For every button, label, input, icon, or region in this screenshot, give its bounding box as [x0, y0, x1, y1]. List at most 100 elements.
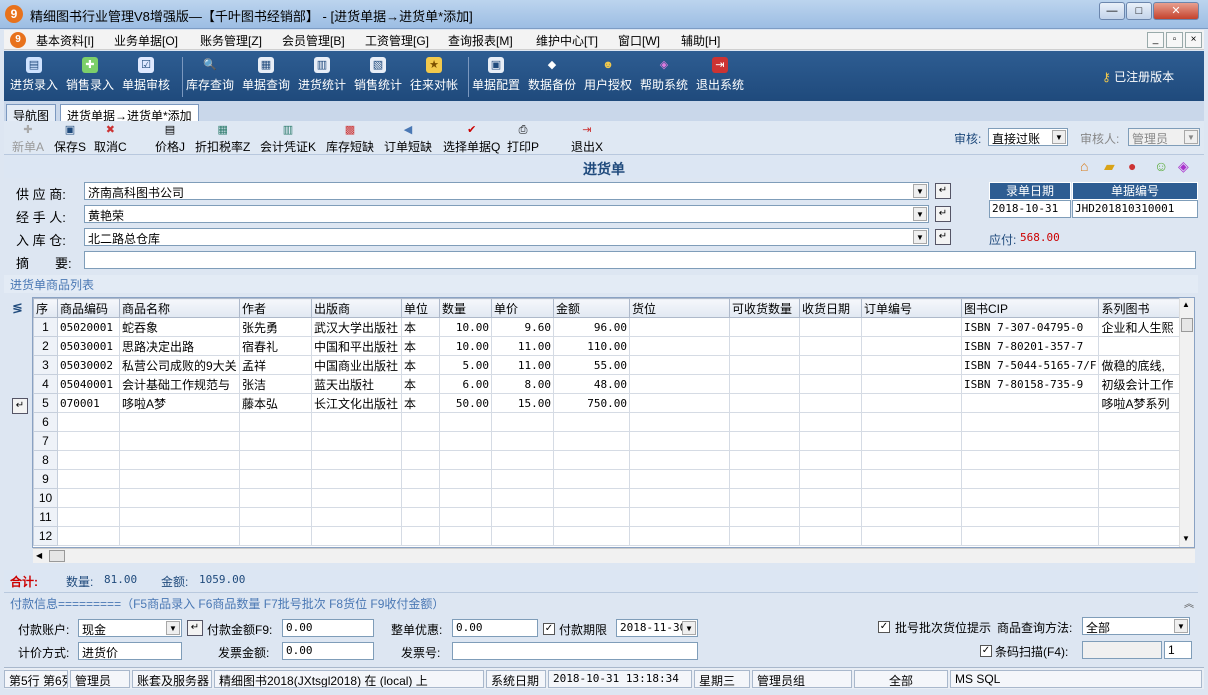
person-icon[interactable]: ☺	[1154, 158, 1168, 174]
table-cell[interactable]: 05040001	[57, 374, 120, 394]
mdi-minimize-button[interactable]: _	[1147, 32, 1164, 48]
table-cell[interactable]	[861, 355, 962, 375]
table-cell[interactable]	[729, 450, 800, 470]
close-button[interactable]: ✕	[1153, 2, 1199, 20]
table-cell[interactable]	[553, 431, 630, 451]
voucher-button[interactable]: ▥ 会计凭证K	[260, 124, 316, 155]
table-cell[interactable]: 哆啦A梦	[119, 393, 240, 413]
menu-members[interactable]: 会员管理[B]	[282, 32, 345, 49]
table-cell[interactable]	[119, 412, 240, 432]
scroll-down-icon[interactable]: ▼	[1182, 534, 1190, 543]
table-cell[interactable]	[799, 488, 862, 508]
table-cell[interactable]	[57, 526, 120, 546]
table-cell[interactable]	[491, 469, 554, 489]
toolbar-audit[interactable]: ☑ 单据审核	[122, 57, 170, 93]
stock-shortage-button[interactable]: ▩ 库存短缺	[326, 124, 374, 155]
table-cell[interactable]	[729, 374, 800, 394]
table-cell[interactable]	[553, 469, 630, 489]
table-cell[interactable]: 750.00	[553, 393, 630, 413]
menu-business-docs[interactable]: 业务单据[O]	[114, 32, 178, 49]
table-cell[interactable]: 9.60	[491, 317, 554, 337]
table-cell[interactable]	[861, 412, 962, 432]
tab-navigation[interactable]: 导航图	[6, 104, 57, 123]
table-cell[interactable]	[239, 469, 312, 489]
table-row[interactable]: 2 05030001 思路决定出路 宿春礼 中国和平出版社本 10.00 11.00 110.…	[33, 336, 1186, 356]
table-cell[interactable]	[960, 526, 1100, 546]
toolbar-reconcile[interactable]: ★ 往来对帐	[410, 57, 458, 93]
table-cell[interactable]	[629, 526, 730, 546]
tab-purchase-order[interactable]: 进货单据→进货单*添加	[60, 104, 199, 123]
table-cell[interactable]	[1098, 450, 1186, 470]
column-header[interactable]: 图书CIP	[960, 298, 1100, 318]
table-cell[interactable]: 10.00	[439, 317, 492, 337]
table-cell[interactable]	[729, 488, 800, 508]
new-doc-button[interactable]: ✚ 新单A	[12, 124, 44, 155]
table-cell[interactable]: 05030002	[57, 355, 120, 375]
table-cell[interactable]	[439, 450, 492, 470]
column-header[interactable]: 收货日期	[799, 298, 862, 318]
table-cell[interactable]: ISBN 7-5044-5165-7/F	[960, 355, 1100, 375]
table-cell[interactable]	[439, 431, 492, 451]
table-cell[interactable]	[239, 431, 312, 451]
table-cell[interactable]	[239, 412, 312, 432]
table-cell[interactable]	[491, 488, 554, 508]
table-cell[interactable]	[729, 393, 800, 413]
table-cell[interactable]	[629, 317, 730, 337]
table-cell[interactable]	[729, 336, 800, 356]
table-cell[interactable]	[629, 355, 730, 375]
table-cell[interactable]	[57, 431, 120, 451]
column-header[interactable]: 出版商	[311, 298, 402, 318]
column-header[interactable]: 商品名称	[119, 298, 240, 318]
barcode-checkbox[interactable]: ✓	[980, 645, 992, 657]
table-cell[interactable]	[960, 450, 1100, 470]
table-cell[interactable]	[629, 336, 730, 356]
table-cell[interactable]: 做稳的底线,	[1098, 355, 1186, 375]
table-row[interactable]: 4 05040001 会计基础工作规范与 张洁 蓝天出版社本 6.00 8.00 48.00 I…	[33, 374, 1186, 394]
discount-input[interactable]: 0.00	[452, 619, 538, 637]
table-cell[interactable]	[960, 412, 1100, 432]
table-cell[interactable]	[799, 393, 862, 413]
table-cell[interactable]	[553, 507, 630, 527]
minimize-button[interactable]: —	[1099, 2, 1125, 20]
collapse-icon[interactable]: ︽	[1184, 595, 1194, 610]
table-cell[interactable]	[799, 526, 862, 546]
table-cell[interactable]	[311, 469, 402, 489]
table-cell[interactable]	[861, 469, 962, 489]
table-cell[interactable]: 8.00	[491, 374, 554, 394]
toolbar-stock-query[interactable]: 🔍 库存查询	[186, 57, 234, 93]
mdi-restore-button[interactable]: ▫	[1166, 32, 1183, 48]
table-cell[interactable]	[311, 412, 402, 432]
table-cell[interactable]	[119, 507, 240, 527]
table-cell[interactable]	[861, 507, 962, 527]
table-cell[interactable]: 私营公司成败的9大关	[119, 355, 240, 375]
table-cell[interactable]	[729, 355, 800, 375]
table-cell[interactable]: 藤本弘	[239, 393, 312, 413]
table-cell[interactable]: 本	[401, 355, 440, 375]
toolbar-user-auth[interactable]: ☻ 用户授权	[584, 57, 632, 93]
column-header[interactable]: 单位	[401, 298, 440, 318]
table-cell[interactable]	[799, 431, 862, 451]
toolbar-purchase-stats[interactable]: ▥ 进货统计	[298, 57, 346, 93]
table-cell[interactable]	[861, 526, 962, 546]
menu-window[interactable]: 窗口[W]	[618, 32, 660, 49]
home-icon[interactable]: ⌂	[1080, 158, 1088, 174]
table-cell[interactable]	[311, 450, 402, 470]
table-cell[interactable]	[439, 526, 492, 546]
table-cell[interactable]	[799, 450, 862, 470]
audit-mode-select[interactable]: 直接过账 ▼	[988, 128, 1068, 146]
table-cell[interactable]	[401, 431, 440, 451]
table-cell[interactable]: 本	[401, 336, 440, 356]
table-cell[interactable]	[629, 507, 730, 527]
table-cell[interactable]	[1098, 469, 1186, 489]
table-cell[interactable]	[57, 507, 120, 527]
table-cell[interactable]	[960, 488, 1100, 508]
table-cell[interactable]	[401, 412, 440, 432]
print-button[interactable]: ⎙ 打印P	[507, 124, 539, 155]
column-header[interactable]: 数量	[439, 298, 492, 318]
table-cell[interactable]: 6.00	[439, 374, 492, 394]
table-cell[interactable]: 本	[401, 317, 440, 337]
table-cell[interactable]	[311, 526, 402, 546]
menu-help[interactable]: 辅助[H]	[681, 32, 720, 49]
table-cell[interactable]	[861, 393, 962, 413]
toolbar-sales-entry[interactable]: ✚ 销售录入	[66, 57, 114, 93]
